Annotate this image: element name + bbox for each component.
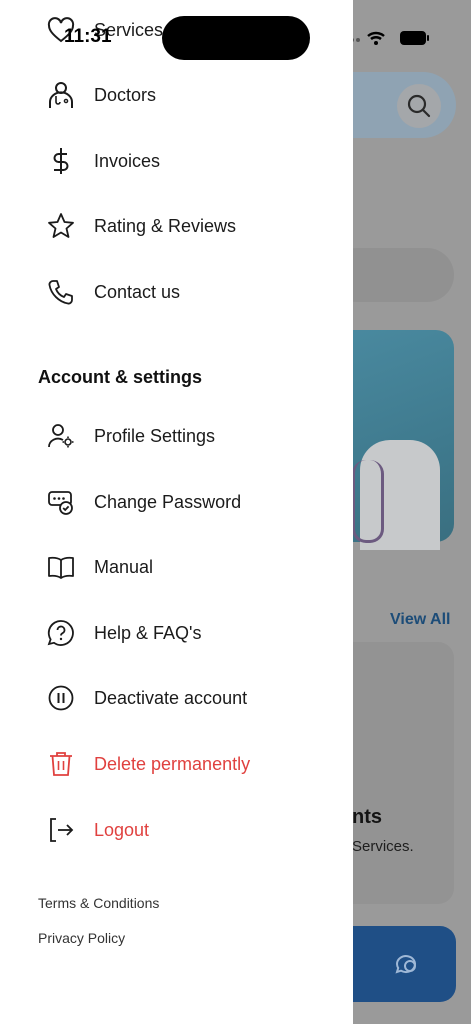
- menu-label-invoices: Invoices: [94, 150, 161, 171]
- menu-item-logout[interactable]: Logout: [0, 805, 353, 855]
- section-title-account-settings: Account & settings: [38, 367, 203, 387]
- star-icon: [47, 212, 75, 240]
- status-icons: [338, 31, 429, 45]
- menu-item-delete-permanently[interactable]: Delete permanently: [0, 739, 353, 789]
- user-settings-icon: [47, 422, 75, 450]
- menu-label-profile-settings: Profile Settings: [94, 425, 216, 446]
- doctor-icon: [47, 81, 75, 109]
- navigation-drawer: Services Doctors Invoices Rating & Revie…: [0, 0, 353, 1024]
- service-card-title: nts: [352, 806, 382, 828]
- logout-icon: [47, 816, 75, 844]
- help-icon: [47, 619, 75, 647]
- menu-item-deactivate-account[interactable]: Deactivate account: [0, 673, 353, 723]
- service-card-subtitle: Services.: [352, 838, 414, 855]
- status-time: 11:31: [64, 26, 112, 47]
- menu-label-manual: Manual: [94, 556, 154, 577]
- menu-label-rating-reviews: Rating & Reviews: [94, 215, 237, 236]
- menu-item-doctors[interactable]: Doctors: [0, 70, 353, 120]
- dollar-icon: [47, 147, 75, 175]
- menu-label-doctors: Doctors: [94, 84, 157, 105]
- chat-icon: [395, 955, 416, 974]
- menu-item-rating-reviews[interactable]: Rating & Reviews: [0, 201, 353, 251]
- phone-icon: [47, 278, 75, 306]
- menu-label-help-faq: Help & FAQ's: [94, 622, 202, 643]
- pause-icon: [47, 684, 75, 712]
- menu-label-change-password: Change Password: [94, 491, 242, 512]
- menu-item-change-password[interactable]: Change Password: [0, 477, 353, 527]
- menu-label-deactivate-account: Deactivate account: [94, 687, 248, 708]
- menu-item-invoices[interactable]: Invoices: [0, 136, 353, 186]
- menu-label-logout: Logout: [94, 819, 150, 840]
- stethoscope-image: [352, 460, 384, 543]
- dynamic-island: [162, 16, 310, 60]
- password-icon: [47, 488, 75, 516]
- menu-item-help-faq[interactable]: Help & FAQ's: [0, 608, 353, 658]
- search-icon[interactable]: [397, 84, 441, 128]
- menu-item-contact-us[interactable]: Contact us: [0, 267, 353, 317]
- view-all-link[interactable]: View All: [390, 611, 450, 629]
- menu-item-manual[interactable]: Manual: [0, 542, 353, 592]
- menu-item-profile-settings[interactable]: Profile Settings: [0, 411, 353, 461]
- trash-icon: [47, 750, 75, 778]
- menu-label-contact-us: Contact us: [94, 281, 181, 302]
- privacy-policy-link[interactable]: Privacy Policy: [38, 930, 125, 946]
- book-icon: [47, 553, 75, 581]
- terms-conditions-link[interactable]: Terms & Conditions: [38, 895, 159, 911]
- menu-label-delete-permanently: Delete permanently: [94, 753, 251, 774]
